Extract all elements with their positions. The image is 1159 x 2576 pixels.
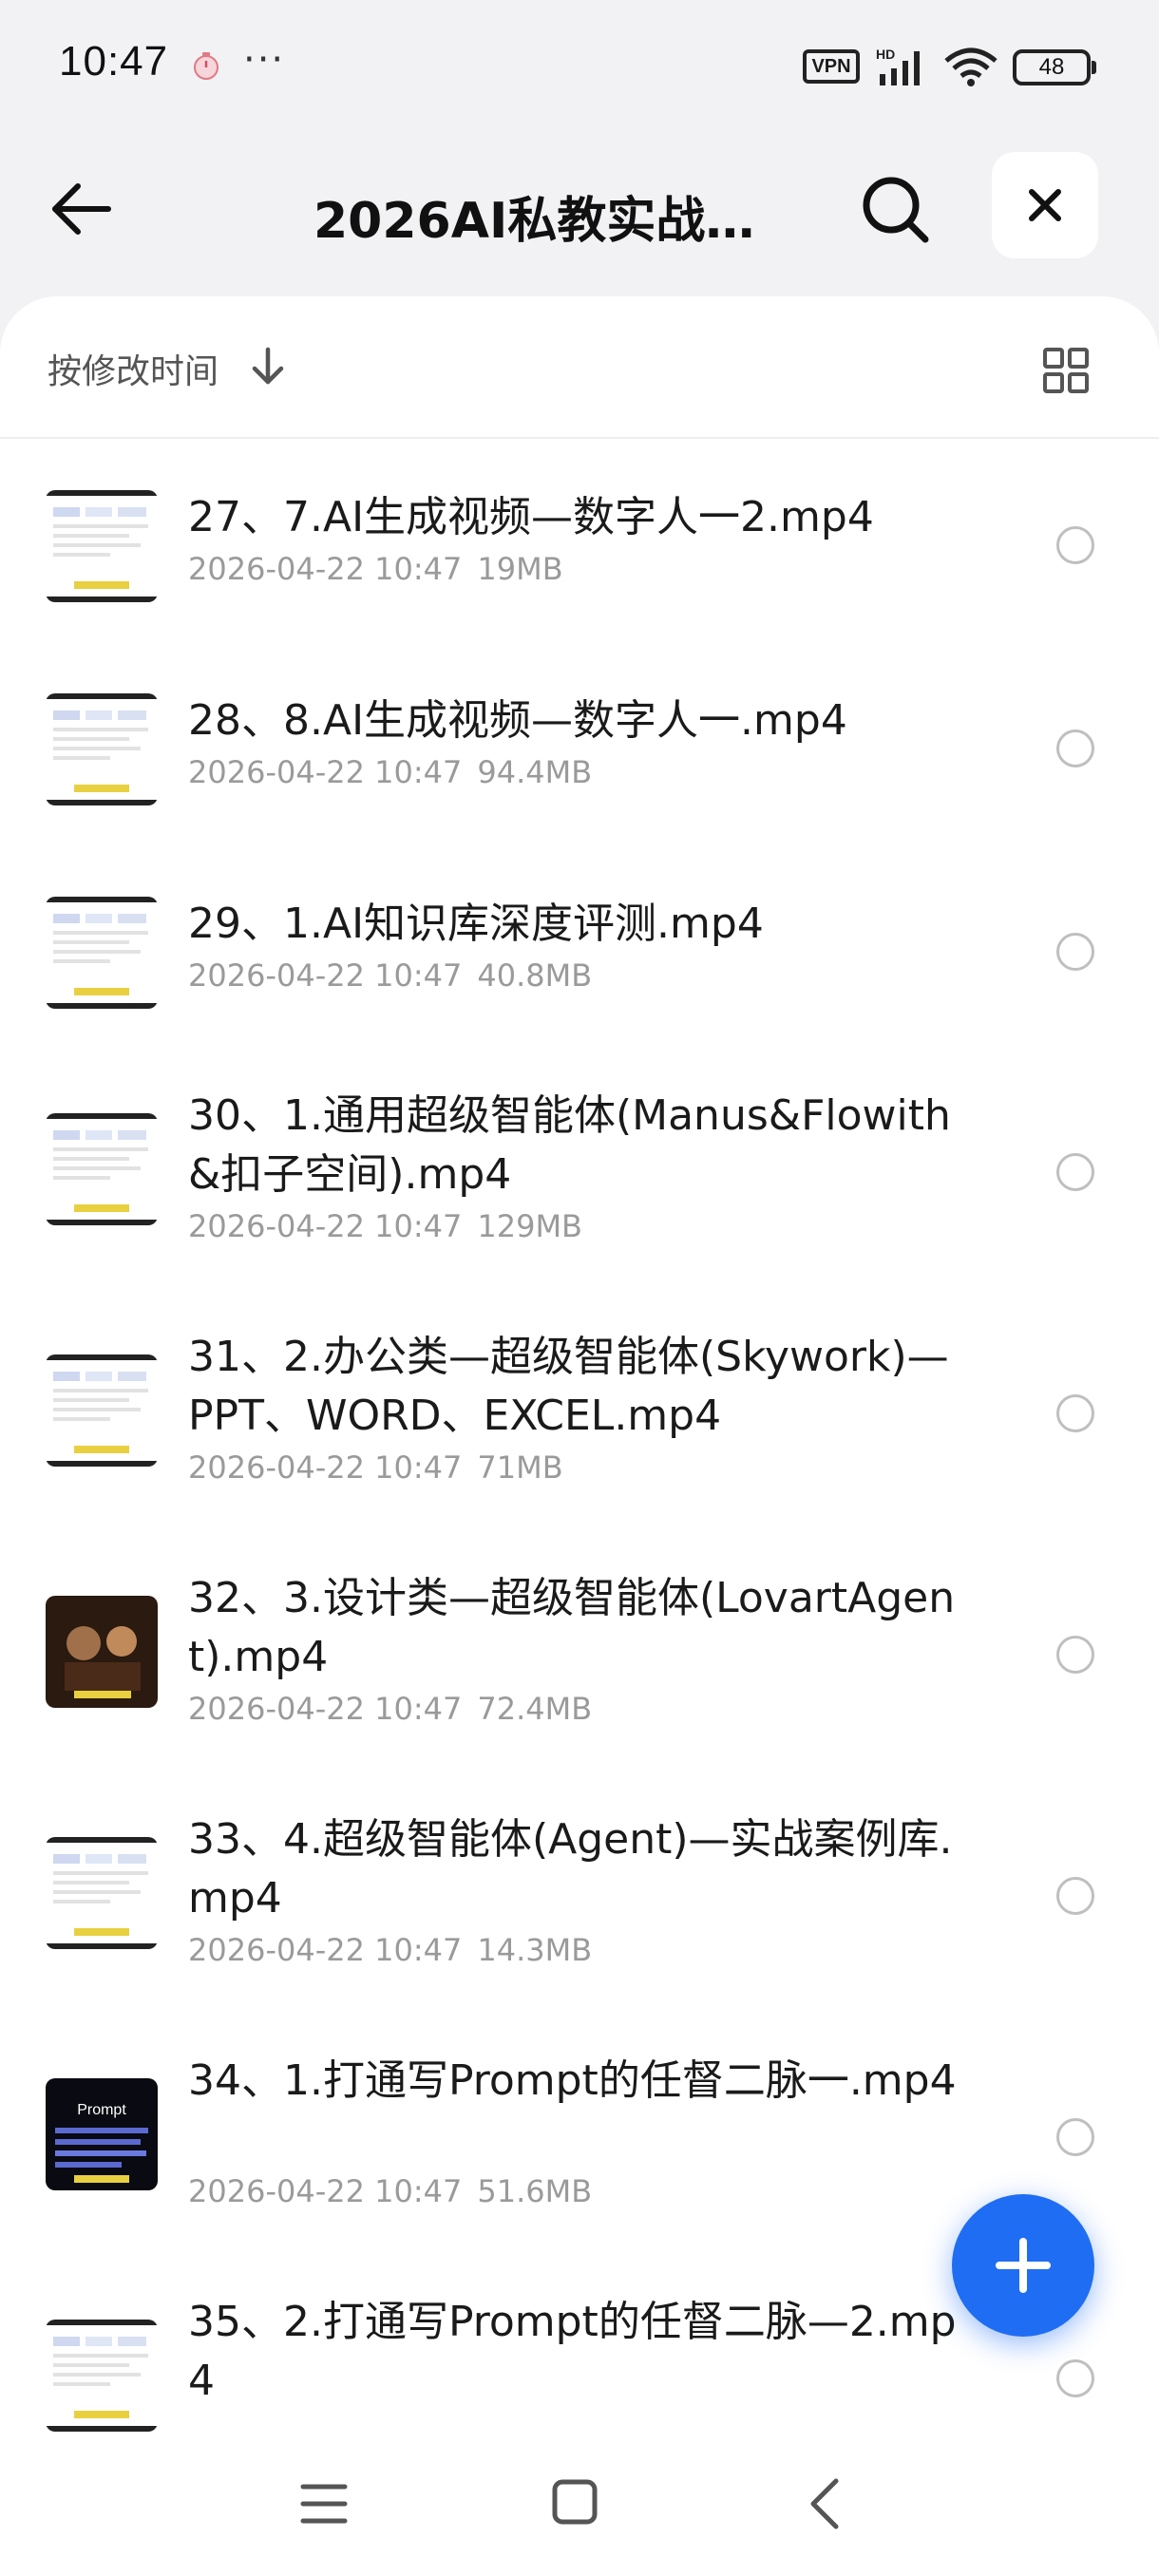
header: 2026AI私教实战课… — [0, 142, 1159, 266]
file-item[interactable]: 30、1.通用超级智能体(Manus&Flowith&扣子空间).mp4 2026… — [0, 1049, 1159, 1290]
file-name: 31、2.办公类—超级智能体(Skywork)—PPT、WORD、EXCEL.m… — [188, 1333, 949, 1440]
file-date: 2026-04-22 10:47 — [188, 1449, 463, 1486]
video-thumbnail: Prompt — [46, 2078, 158, 2190]
file-size: 19MB — [477, 551, 563, 587]
file-meta: 2026-04-22 10:47 129MB — [188, 1208, 582, 1244]
file-size: 14.3MB — [477, 1932, 593, 1968]
video-thumbnail — [46, 1354, 158, 1467]
sort-down-arrow-icon[interactable] — [249, 346, 287, 388]
file-date: 2026-04-22 10:47 — [188, 2173, 463, 2209]
file-name: 33、4.超级智能体(Agent)—实战案例库.mp4 — [188, 1815, 953, 1923]
select-checkbox[interactable] — [1056, 933, 1094, 971]
file-size: 94.4MB — [477, 754, 593, 790]
file-name: 35、2.打通写Prompt的任督二脉—2.mp4 — [188, 2298, 957, 2405]
video-thumbnail — [46, 1837, 158, 1949]
grid-view-icon[interactable] — [1041, 346, 1091, 395]
file-item[interactable]: 28、8.AI生成视频—数字人一.mp4 2026-04-22 10:47 94.4… — [0, 642, 1159, 845]
back-chevron-icon[interactable] — [806, 2475, 844, 2532]
add-button[interactable] — [952, 2194, 1094, 2337]
status-more-indicator: ··· — [243, 38, 286, 82]
file-meta: 2026-04-22 10:47 71MB — [188, 1449, 563, 1486]
file-name: 30、1.通用超级智能体(Manus&Flowith&扣子空间).mp4 — [188, 1091, 951, 1199]
timer-icon — [194, 52, 218, 80]
select-checkbox[interactable] — [1056, 729, 1094, 767]
plus-icon — [996, 2238, 1051, 2293]
sort-bar: 按修改时间 — [0, 296, 1159, 439]
file-item[interactable]: 32、3.设计类—超级智能体(LovartAgent).mp4 2026-04-2… — [0, 1531, 1159, 1772]
vpn-badge: VPN — [803, 49, 860, 84]
file-meta: 2026-04-22 10:47 19MB — [188, 551, 563, 587]
video-thumbnail — [46, 490, 158, 602]
select-checkbox[interactable] — [1056, 2359, 1094, 2397]
file-name: 32、3.设计类—超级智能体(LovartAgent).mp4 — [188, 1574, 956, 1681]
back-arrow-icon[interactable] — [44, 171, 120, 247]
file-meta: 2026-04-22 10:47 94.4MB — [188, 754, 592, 790]
file-meta: 2026-04-22 10:47 14.3MB — [188, 1932, 592, 1968]
file-meta: 2026-04-22 10:47 51.6MB — [188, 2173, 592, 2209]
close-button[interactable] — [992, 152, 1098, 258]
thumbnail-text: Prompt — [77, 2102, 126, 2118]
file-item[interactable]: 31、2.办公类—超级智能体(Skywork)—PPT、WORD、EXCEL.m… — [0, 1290, 1159, 1531]
select-checkbox[interactable] — [1056, 526, 1094, 564]
select-checkbox[interactable] — [1056, 1394, 1094, 1432]
file-item[interactable]: 29、1.AI知识库深度评测.mp4 2026-04-22 10:47 40.8MB — [0, 845, 1159, 1049]
file-date: 2026-04-22 10:47 — [188, 1208, 463, 1244]
video-thumbnail — [46, 1596, 158, 1708]
file-item[interactable]: 27、7.AI生成视频—数字人一2.mp4 2026-04-22 10:47 19M… — [0, 439, 1159, 642]
file-size: 72.4MB — [477, 1691, 593, 1727]
home-square-icon[interactable] — [551, 2477, 598, 2529]
file-meta: 2026-04-22 10:47 40.8MB — [188, 957, 592, 994]
status-time: 10:47 — [59, 38, 169, 85]
sort-by-modified-time-button[interactable]: 按修改时间 — [48, 344, 218, 393]
file-item[interactable]: 33、4.超级智能体(Agent)—实战案例库.mp4 2026-04-22 10… — [0, 1772, 1159, 2014]
file-name: 34、1.打通写Prompt的任督二脉一.mp4 — [188, 2056, 957, 2105]
video-thumbnail — [46, 897, 158, 1009]
file-date: 2026-04-22 10:47 — [188, 551, 463, 587]
file-name: 28、8.AI生成视频—数字人一.mp4 — [188, 696, 847, 745]
battery-icon: 48 — [1013, 49, 1096, 85]
file-name: 27、7.AI生成视频—数字人一2.mp4 — [188, 493, 874, 541]
close-icon — [1029, 189, 1061, 221]
select-checkbox[interactable] — [1056, 1153, 1094, 1191]
file-date: 2026-04-22 10:47 — [188, 1691, 463, 1727]
select-checkbox[interactable] — [1056, 2118, 1094, 2156]
video-thumbnail — [46, 693, 158, 805]
select-checkbox[interactable] — [1056, 1636, 1094, 1674]
video-thumbnail — [46, 2320, 158, 2432]
wifi-icon — [944, 47, 998, 86]
system-nav-bar — [0, 2432, 1159, 2576]
page-title: 2026AI私教实战课… — [314, 193, 788, 250]
menu-icon[interactable] — [299, 2477, 349, 2530]
file-name: 29、1.AI知识库深度评测.mp4 — [188, 900, 764, 948]
file-date: 2026-04-22 10:47 — [188, 957, 463, 994]
file-size: 71MB — [477, 1449, 563, 1486]
status-bar: 10:47 ··· VPN HD 48 — [0, 0, 1159, 133]
file-size: 40.8MB — [477, 957, 593, 994]
search-icon[interactable] — [855, 169, 935, 249]
video-thumbnail — [46, 1113, 158, 1225]
file-meta: 2026-04-22 10:47 72.4MB — [188, 1691, 592, 1727]
select-checkbox[interactable] — [1056, 1877, 1094, 1915]
file-date: 2026-04-22 10:47 — [188, 754, 463, 790]
file-size: 51.6MB — [477, 2173, 593, 2209]
signal-icon: HD — [876, 47, 920, 85]
file-size: 129MB — [477, 1208, 582, 1244]
hd-label: HD — [876, 47, 895, 62]
file-date: 2026-04-22 10:47 — [188, 1932, 463, 1968]
